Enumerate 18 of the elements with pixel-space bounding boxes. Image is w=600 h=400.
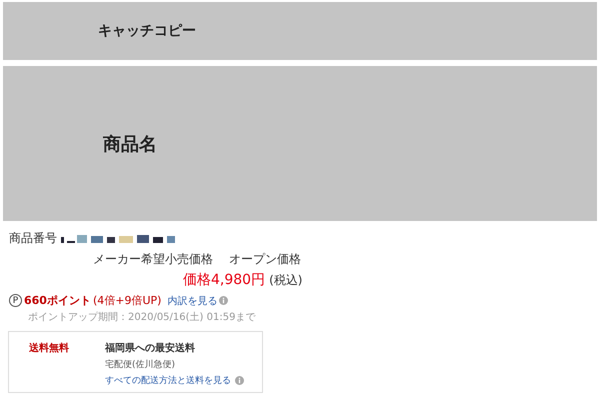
- shipping-title: 福岡県への最安送料: [105, 341, 196, 355]
- shipping-methods-link[interactable]: すべての配送方法と送料を見る: [105, 374, 231, 387]
- price-text: 価格4,980円: [183, 271, 266, 289]
- points-amount: 660ポイント: [24, 293, 91, 308]
- info-icon[interactable]: [235, 376, 244, 385]
- points-icon: P: [9, 294, 22, 307]
- maker-price-value: オープン価格: [229, 251, 301, 268]
- product-name-text: 商品名: [103, 132, 157, 156]
- product-number-label: 商品番号: [9, 230, 57, 247]
- points-period-text: ポイントアップ期間：2020/05/16(土) 01:59まで: [28, 310, 256, 324]
- points-multiplier: (4倍+9倍UP): [92, 293, 162, 308]
- catch-copy-text: キャッチコピー: [98, 22, 196, 40]
- maker-price-label: メーカー希望小売価格: [93, 251, 213, 268]
- info-icon[interactable]: [219, 296, 228, 305]
- free-shipping-label: 送料無料: [29, 342, 70, 356]
- tax-note: (税込): [269, 272, 302, 288]
- carrier-text: 宅配便(佐川急便): [105, 358, 176, 371]
- points-breakdown-link[interactable]: 内訳を見る: [167, 294, 218, 308]
